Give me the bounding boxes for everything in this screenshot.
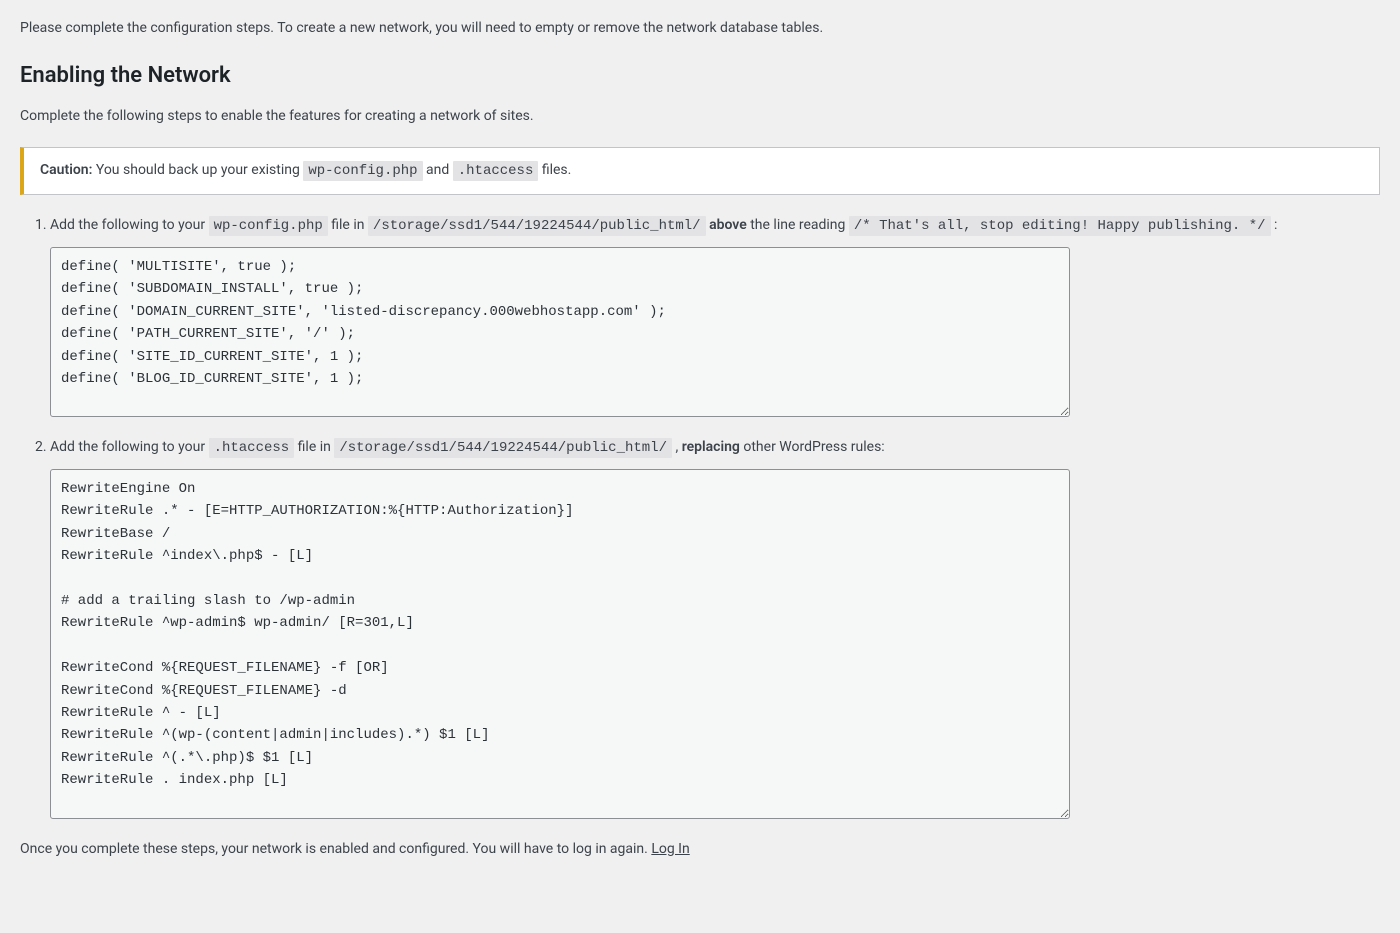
step1-file: wp-config.php xyxy=(209,216,328,236)
section-heading: Enabling the Network xyxy=(20,59,1380,92)
step1-stop-line: /* That's all, stop editing! Happy publi… xyxy=(849,216,1271,236)
caution-label: Caution: xyxy=(40,162,92,178)
step-2: Add the following to your .htaccess file… xyxy=(50,437,1380,819)
wp-config-code[interactable] xyxy=(50,247,1070,417)
intro-text: Please complete the configuration steps.… xyxy=(20,18,1380,39)
step1-mid1: file in xyxy=(328,217,368,233)
step2-mid1: file in xyxy=(294,439,334,455)
login-link[interactable]: Log In xyxy=(651,841,689,857)
htaccess-filename: .htaccess xyxy=(453,161,539,181)
wp-config-filename: wp-config.php xyxy=(303,161,422,181)
footer-message: Once you complete these steps, your netw… xyxy=(20,841,651,857)
step1-path: /storage/ssd1/544/19224544/public_html/ xyxy=(368,216,706,236)
step2-suffix: other WordPress rules: xyxy=(740,439,885,455)
step2-replacing: replacing xyxy=(682,439,740,455)
step2-path: /storage/ssd1/544/19224544/public_html/ xyxy=(334,438,672,458)
step-2-instruction: Add the following to your .htaccess file… xyxy=(50,437,1380,459)
step-1-instruction: Add the following to your wp-config.php … xyxy=(50,215,1380,237)
footer-text: Once you complete these steps, your netw… xyxy=(20,839,1380,860)
caution-notice: Caution: You should back up your existin… xyxy=(20,147,1380,195)
subheading-text: Complete the following steps to enable t… xyxy=(20,106,1380,127)
step1-suffix: : xyxy=(1271,217,1278,233)
step-1: Add the following to your wp-config.php … xyxy=(50,215,1380,417)
step1-above: above xyxy=(709,217,747,233)
step2-file: .htaccess xyxy=(209,438,295,458)
notice-text-after: files. xyxy=(538,162,571,178)
step2-prefix: Add the following to your xyxy=(50,439,209,455)
step2-mid2: , xyxy=(672,439,682,455)
step1-prefix: Add the following to your xyxy=(50,217,209,233)
notice-text-before: You should back up your existing xyxy=(92,162,303,178)
notice-and: and xyxy=(423,162,453,178)
step1-mid3: the line reading xyxy=(747,217,849,233)
htaccess-code[interactable] xyxy=(50,469,1070,819)
steps-list: Add the following to your wp-config.php … xyxy=(20,215,1380,819)
